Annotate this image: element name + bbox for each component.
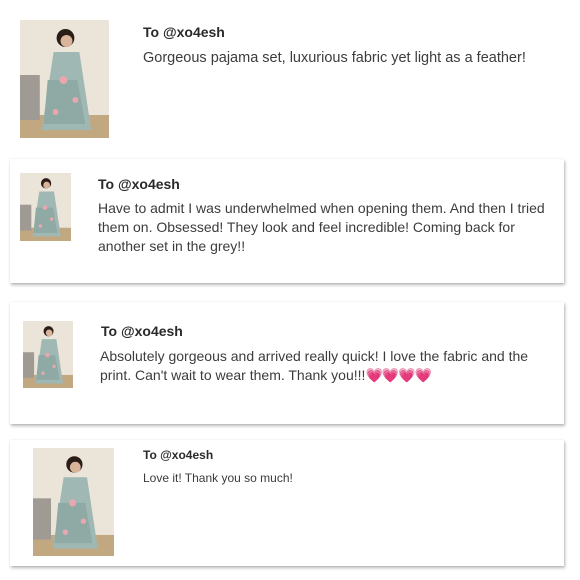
review-card: To @xo4esh Have to admit I was underwhel… <box>10 159 564 283</box>
review-text-content: Absolutely gorgeous and arrived really q… <box>100 348 529 383</box>
product-photo[interactable] <box>20 20 109 138</box>
review-card: To @xo4esh Love it! Thank you so much! <box>10 440 564 566</box>
recipient-title: To @xo4esh <box>98 176 180 192</box>
divider-dots <box>450 395 535 397</box>
review-card: To @xo4esh Gorgeous pajama set, luxuriou… <box>10 10 570 145</box>
review-text: Absolutely gorgeous and arrived really q… <box>100 347 555 385</box>
product-photo[interactable] <box>20 173 71 241</box>
recipient-title: To @xo4esh <box>143 448 214 462</box>
recipient-title: To @xo4esh <box>143 24 225 40</box>
heart-emoji-icons: 💗💗💗💗 <box>365 367 432 383</box>
product-photo[interactable] <box>23 321 73 388</box>
recipient-title: To @xo4esh <box>101 323 183 339</box>
review-text: Love it! Thank you so much! <box>143 471 293 485</box>
review-card: To @xo4esh Absolutely gorgeous and arriv… <box>10 302 564 424</box>
product-photo[interactable] <box>33 448 114 556</box>
review-text: Gorgeous pajama set, luxurious fabric ye… <box>143 50 526 66</box>
review-text: Have to admit I was underwhelmed when op… <box>98 200 545 254</box>
